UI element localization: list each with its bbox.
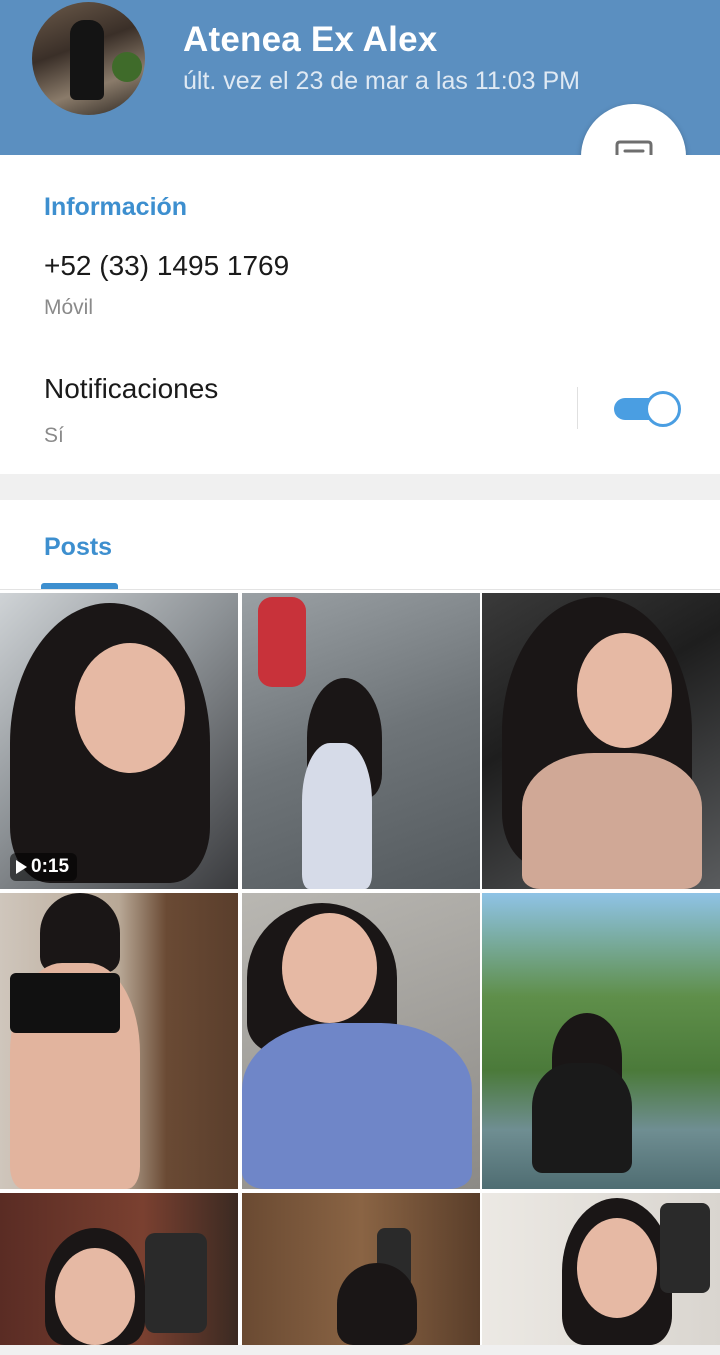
photo-face — [577, 633, 672, 748]
phone-number[interactable]: +52 (33) 1495 1769 — [44, 250, 289, 282]
photo-phone — [145, 1233, 207, 1333]
info-card: Información +52 (33) 1495 1769 Móvil Not… — [0, 155, 720, 474]
photo-face — [55, 1248, 135, 1345]
photo-subject — [337, 1263, 417, 1345]
media-thumbnail[interactable] — [0, 893, 238, 1189]
photo-outfit — [10, 973, 120, 1033]
tab-divider — [0, 589, 720, 590]
media-thumbnail-video[interactable]: 0:15 — [0, 593, 238, 889]
photo-phone — [660, 1203, 710, 1293]
photo-subject — [40, 893, 120, 973]
photo-outfit — [302, 743, 372, 889]
media-thumbnail[interactable] — [482, 593, 720, 889]
avatar-figure — [70, 20, 104, 100]
info-section-title: Información — [44, 193, 188, 221]
divider — [577, 387, 578, 429]
avatar[interactable] — [32, 2, 145, 115]
tab-posts[interactable]: Posts — [44, 533, 112, 562]
photo-face — [75, 643, 185, 773]
video-duration: 0:15 — [31, 856, 70, 877]
photo-outfit — [242, 1023, 472, 1189]
media-thumbnail[interactable] — [242, 1193, 480, 1345]
photo-outfit — [532, 1063, 632, 1173]
last-seen-status: últ. vez el 23 de mar a las 11:03 PM — [183, 67, 580, 95]
media-thumbnail[interactable] — [482, 1193, 720, 1345]
photo-face — [577, 1218, 657, 1318]
media-thumbnail[interactable] — [242, 893, 480, 1189]
notifications-toggle[interactable] — [614, 391, 681, 427]
play-icon — [16, 860, 27, 874]
photo-face — [282, 913, 377, 1023]
video-duration-badge: 0:15 — [10, 853, 78, 881]
profile-name: Atenea Ex Alex — [183, 20, 438, 59]
avatar-plant — [112, 52, 142, 82]
notifications-value: Sí — [44, 424, 64, 447]
media-thumbnail[interactable] — [0, 1193, 238, 1345]
photo-outfit — [522, 753, 702, 889]
photo-punching-bag — [258, 597, 306, 687]
phone-type-label: Móvil — [44, 296, 94, 319]
media-thumbnail[interactable] — [242, 593, 480, 889]
media-thumbnail[interactable] — [482, 893, 720, 1189]
bottom-spacer — [0, 1345, 720, 1355]
notifications-label[interactable]: Notificaciones — [44, 373, 218, 405]
toggle-knob — [645, 391, 681, 427]
media-grid: 0:15 — [0, 593, 720, 1345]
